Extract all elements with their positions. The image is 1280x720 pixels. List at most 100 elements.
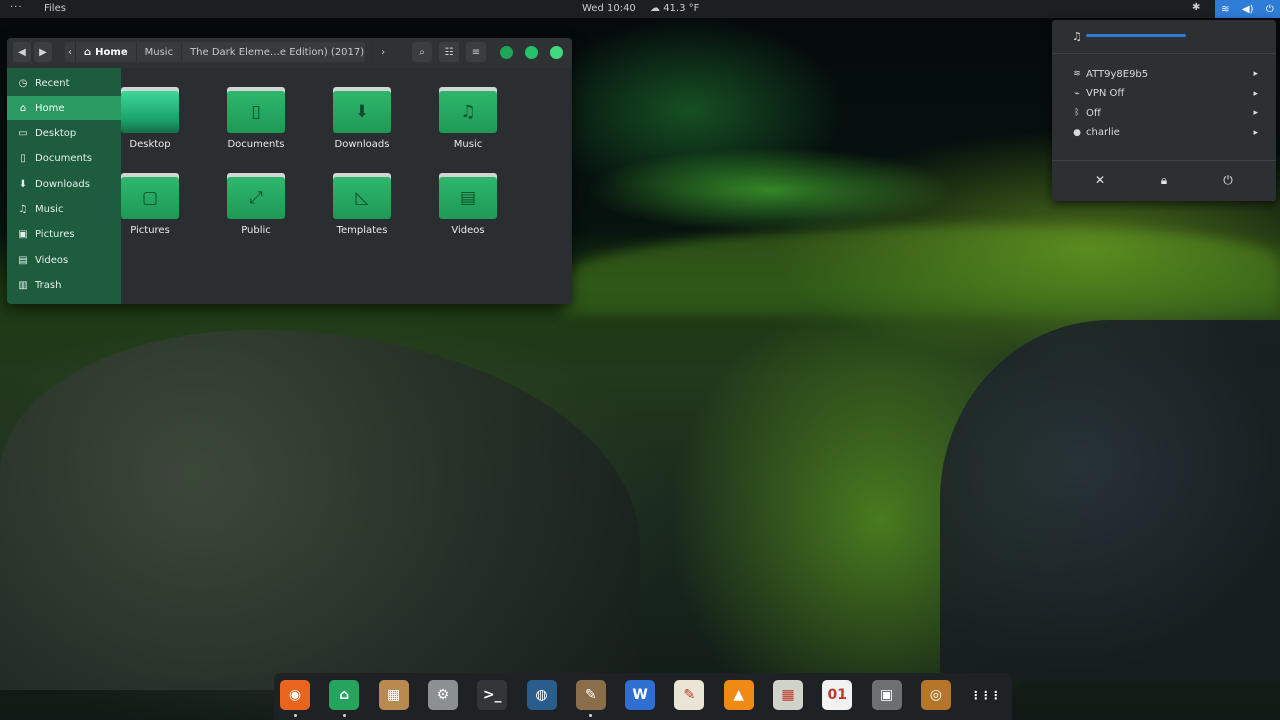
dock-web-browser-icon[interactable]: ◍: [526, 680, 557, 710]
clock-icon: ◷: [18, 77, 28, 89]
dock-files-icon[interactable]: ⌂: [329, 680, 360, 710]
back-icon: ◀: [18, 46, 26, 58]
sidebar-item-home[interactable]: ⌂ Home: [7, 96, 121, 121]
app-menu[interactable]: Files: [44, 3, 66, 14]
folder-videos[interactable]: ▤ Videos: [423, 173, 513, 236]
cloud-icon: ☁: [650, 3, 660, 14]
weather-indicator[interactable]: ☁ 41.3 °F: [650, 3, 699, 14]
minimize-button[interactable]: [500, 46, 513, 59]
dock-gimp-icon[interactable]: ✎: [575, 680, 606, 710]
lock-button[interactable]: 🔒︎: [1154, 172, 1174, 188]
search-icon: ⌕: [419, 46, 425, 58]
volume-slider[interactable]: [1086, 34, 1186, 37]
video-icon: ▤: [18, 254, 28, 266]
power-icon: ⏻: [1223, 172, 1233, 187]
sidebar-item-videos[interactable]: ▤ Videos: [7, 248, 121, 272]
window-headerbar: ◀ ▶ ‹ ⌂ Home Music The Dark Eleme…e Editi…: [7, 38, 572, 68]
dock-calendar-icon[interactable]: 01: [822, 680, 853, 710]
power-off-button[interactable]: ⏻: [1218, 172, 1238, 188]
pictures-folder-icon: ▢: [121, 173, 179, 219]
sidebar-item-label: Recent: [35, 77, 70, 89]
menu-item-user[interactable]: ● charlie ▸: [1052, 124, 1276, 142]
desktop-folder-icon: [121, 87, 179, 133]
power-icon: ⏻: [1265, 3, 1274, 15]
folder-body: ◺: [333, 177, 391, 219]
view-toggle-button[interactable]: ☷: [439, 42, 459, 62]
bluetooth-icon: ᛒ: [1074, 108, 1080, 118]
breadcrumb-home[interactable]: ⌂ Home: [76, 42, 137, 62]
breadcrumb-album[interactable]: The Dark Eleme…e Edition) (2017): [182, 42, 374, 62]
folder-downloads[interactable]: ⬇ Downloads: [317, 87, 407, 150]
folder-label: Downloads: [334, 139, 390, 150]
running-indicator: [293, 714, 297, 717]
breadcrumb-right-arrow[interactable]: ›: [373, 42, 393, 62]
dock-calculator-icon[interactable]: ▦: [773, 680, 803, 710]
dock-sound-icon[interactable]: ◎: [920, 680, 951, 710]
menu-item-wifi[interactable]: ≋ ATT9y8E9b5 ▸: [1052, 65, 1276, 83]
documents-folder-icon: ▯: [227, 87, 285, 133]
menu-item-label: charlie: [1086, 127, 1120, 138]
music-icon: ♫: [18, 204, 28, 215]
headphones-icon: ♫: [1072, 30, 1082, 43]
menu-item-vpn[interactable]: ⌁ VPN Off ▸: [1052, 85, 1276, 103]
vpn-icon: ⌁: [1074, 88, 1080, 99]
public-folder-icon: ⤢: [227, 173, 285, 219]
search-button[interactable]: ⌕: [412, 42, 432, 62]
weather-temp: 41.3 °F: [663, 3, 700, 14]
close-button[interactable]: [550, 46, 563, 59]
sidebar-item-label: Trash: [35, 279, 62, 291]
folder-label: Public: [241, 225, 271, 236]
forward-button[interactable]: ▶: [34, 42, 52, 62]
folder-templates[interactable]: ◺ Templates: [317, 173, 407, 236]
sidebar-item-documents[interactable]: ▯ Documents: [7, 147, 121, 171]
dock-show-applications-icon[interactable]: ⋮⋮⋮: [970, 680, 1001, 710]
running-indicator: [342, 714, 346, 717]
sidebar-item-downloads[interactable]: ⬇ Downloads: [7, 172, 121, 196]
sidebar-item-pictures[interactable]: ▣ Pictures: [7, 223, 121, 247]
breadcrumb-left-arrow[interactable]: ‹: [65, 42, 76, 62]
folder-label: Documents: [227, 139, 285, 150]
folder-pictures[interactable]: ▢ Pictures: [105, 173, 195, 236]
dock-word-processor-icon[interactable]: W: [625, 680, 656, 710]
wallpaper-stone-wall-right: [940, 320, 1280, 680]
dock-screenshot-icon[interactable]: ▣: [871, 680, 902, 710]
system-status-area[interactable]: ≋ ◀) ⏻: [1215, 0, 1280, 18]
file-manager-window: ◀ ▶ ‹ ⌂ Home Music The Dark Eleme…e Editi…: [7, 38, 572, 304]
dock-system-settings-icon[interactable]: ⚙: [427, 680, 458, 710]
maximize-button[interactable]: [525, 46, 538, 59]
sidebar-item-trash[interactable]: ▥ Trash: [7, 273, 121, 297]
downloads-folder-icon: ⬇: [333, 87, 391, 133]
menu-item-bluetooth[interactable]: ᛒ Off ▸: [1052, 104, 1276, 122]
dock-text-editor-icon[interactable]: ✎: [674, 680, 705, 710]
settings-icon: ✕: [1094, 173, 1106, 187]
top-bar: ··· Files Wed 10:40 ☁ 41.3 °F ✱ ≋ ◀) ⏻: [0, 0, 1280, 18]
settings-button[interactable]: ✕: [1090, 172, 1110, 188]
folder-body: ♫: [439, 91, 497, 133]
chevron-right-icon: ▸: [1253, 88, 1258, 99]
dock-terminal-icon[interactable]: >_: [477, 680, 508, 710]
places-sidebar: ◷ Recent ⌂ Home ▭ Desktop ▯ Documents ⬇ Downloads…: [7, 68, 121, 304]
folder-public[interactable]: ⤢ Public: [211, 173, 301, 236]
sidebar-item-music[interactable]: ♫ Music: [7, 198, 121, 222]
sidebar-item-recent[interactable]: ◷ Recent: [7, 71, 121, 95]
back-button[interactable]: ◀: [13, 42, 31, 62]
clock[interactable]: Wed 10:40: [582, 3, 636, 14]
extension-icon[interactable]: ✱: [1192, 2, 1200, 13]
videos-folder-icon: ▤: [439, 173, 497, 219]
sidebar-item-desktop[interactable]: ▭ Desktop: [7, 122, 121, 146]
activities-button[interactable]: ···: [10, 2, 23, 13]
folder-documents[interactable]: ▯ Documents: [211, 87, 301, 150]
sidebar-item-label: Pictures: [35, 229, 75, 241]
folder-desktop[interactable]: Desktop: [105, 87, 195, 150]
breadcrumb-music[interactable]: Music: [137, 42, 183, 62]
dock-vlc-icon[interactable]: ▲: [723, 680, 754, 710]
wifi-icon: ≋: [1073, 69, 1081, 79]
dock-firefox-icon[interactable]: ◉: [280, 680, 310, 710]
sidebar-item-label: Documents: [35, 153, 93, 165]
picture-icon: ▣: [18, 229, 28, 241]
menu-button[interactable]: ≡: [466, 42, 486, 62]
folder-music[interactable]: ♫ Music: [423, 87, 513, 150]
dock-archive-manager-icon[interactable]: ▦: [378, 680, 409, 710]
templates-folder-icon: ◺: [333, 173, 391, 219]
chevron-right-icon: ▸: [1253, 108, 1258, 118]
